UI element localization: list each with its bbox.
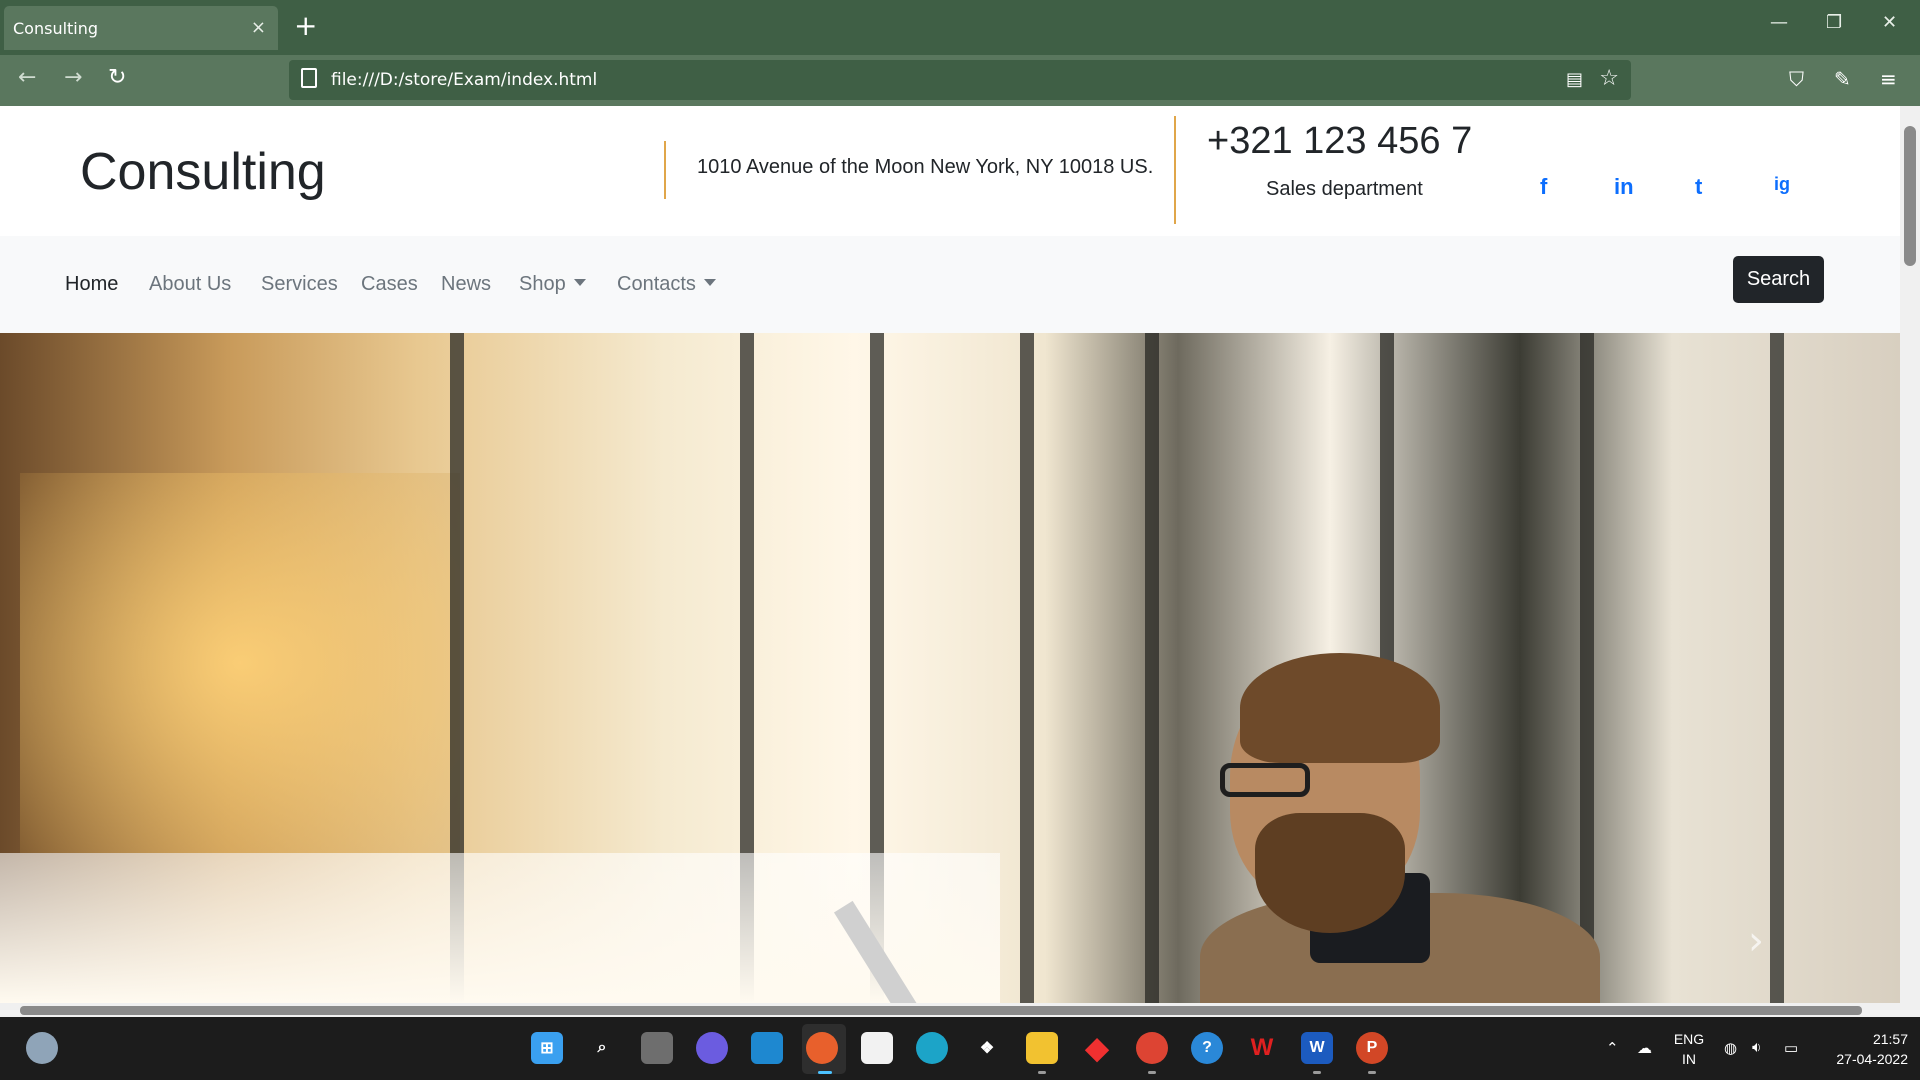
clock-date: 27-04-2022 [1836,1051,1908,1067]
web-page: Consulting 1010 Avenue of the Moon New Y… [0,106,1900,1003]
region-label: IN [1682,1051,1696,1067]
chrome-icon[interactable] [1136,1032,1168,1064]
extension-icon[interactable]: ✎ [1834,67,1851,91]
firefox-icon[interactable] [806,1032,838,1064]
onedrive-icon[interactable]: ☁ [1637,1039,1652,1057]
network-icon[interactable]: ◍ [1724,1039,1737,1057]
reader-view-icon[interactable]: ▤ [1566,69,1583,90]
word-icon[interactable]: W [1301,1032,1333,1064]
header-phone: +321 123 456 7 [1207,120,1473,162]
bookmark-star-icon[interactable]: ☆ [1599,66,1619,91]
minimize-button[interactable]: — [1770,12,1788,33]
back-icon[interactable]: ← [18,65,36,90]
header-divider [1174,116,1176,224]
nav-item-shop-label: Shop [519,273,566,295]
instagram-icon[interactable]: ig [1774,174,1790,195]
volume-icon[interactable]: 🔉︎ [1752,1039,1761,1056]
vertical-scrollbar[interactable] [1900,106,1920,1003]
header-department: Sales department [1266,178,1423,200]
nav-item-cases[interactable]: Cases [361,273,418,296]
hero-image: › [0,333,1900,1003]
search-icon[interactable]: ⌕ [586,1032,618,1064]
twitter-icon[interactable]: t [1695,174,1702,200]
new-tab-button[interactable]: + [294,9,317,42]
desktop-icon[interactable] [751,1032,783,1064]
browser-tab[interactable]: Consulting × [4,6,278,50]
chevron-up-icon[interactable]: ⌃ [1606,1039,1619,1057]
battery-icon[interactable]: ▭ [1784,1039,1798,1057]
address-bar[interactable]: file:///D:/store/Exam/index.html ▤ ☆ [289,60,1631,100]
search-button[interactable]: Search [1733,256,1824,303]
nav-item-about[interactable]: About Us [149,273,231,296]
tab-close-icon[interactable]: × [251,17,266,38]
tab-title: Consulting [13,18,99,38]
file-explorer-icon[interactable] [1026,1032,1058,1064]
chevron-down-icon [703,279,716,286]
teams-chat-icon[interactable] [696,1032,728,1064]
horizontal-scrollbar[interactable] [0,1003,1900,1017]
pocket-icon[interactable]: ⛉ [1789,67,1804,91]
nav-item-services[interactable]: Services [261,273,338,296]
nav-item-shop[interactable]: Shop [519,273,586,296]
facebook-icon[interactable]: f [1540,174,1547,200]
close-window-button[interactable]: ✕ [1882,12,1897,33]
weather-icon[interactable] [26,1032,58,1064]
carousel-next-icon[interactable]: › [1748,918,1764,964]
language-label: ENG [1673,1031,1705,1047]
anydesk-icon[interactable]: ◆ [1081,1032,1113,1065]
chevron-down-icon [573,279,586,286]
nav-item-news[interactable]: News [441,273,491,296]
clock-time: 21:57 [1872,1031,1908,1047]
menu-icon[interactable]: ≡ [1880,67,1897,91]
site-brand[interactable]: Consulting [80,142,326,202]
reload-icon[interactable]: ↻ [108,65,126,90]
browser-tab-bar: Consulting × + — ❐ ✕ [0,0,1920,55]
header-divider [664,141,666,199]
main-navigation: Home About Us Services Cases News Shop C… [0,236,1900,333]
help-icon[interactable]: ? [1191,1032,1223,1064]
header-address: 1010 Avenue of the Moon New York, NY 100… [697,156,1154,178]
store-icon[interactable] [861,1032,893,1064]
start-icon[interactable]: ⊞ [531,1032,563,1064]
linkedin-icon[interactable]: in [1614,174,1634,200]
edge-icon[interactable] [916,1032,948,1064]
powerpoint-icon[interactable]: P [1356,1032,1388,1064]
dropbox-icon[interactable]: ❖ [971,1032,1003,1064]
url-text: file:///D:/store/Exam/index.html [331,70,598,90]
forward-icon[interactable]: → [64,65,82,90]
nav-item-contacts-label: Contacts [617,273,696,295]
nav-item-contacts[interactable]: Contacts [617,273,716,296]
restore-button[interactable]: ❐ [1826,12,1842,33]
taskbar: ⊞ ⌕ ❖ ◆ ? W W P ⌃ ☁ ENG IN ◍ 🔉︎ ▭ 21:57 … [0,1017,1920,1080]
wps-icon[interactable]: W [1246,1032,1278,1064]
task-view-icon[interactable] [641,1032,673,1064]
browser-toolbar: ← → ↻ file:///D:/store/Exam/index.html ▤… [0,55,1920,106]
nav-item-home[interactable]: Home [65,273,118,296]
page-icon [301,68,317,88]
